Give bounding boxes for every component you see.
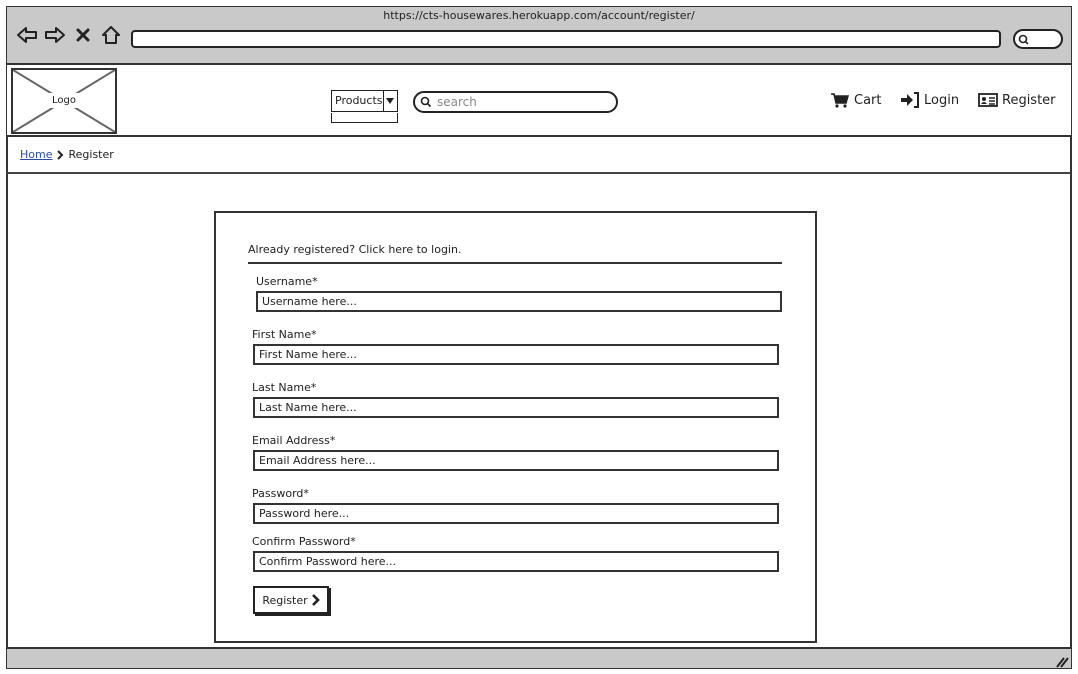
first-name-field[interactable]: First Name here... (253, 344, 779, 365)
email-label: Email Address* (252, 434, 336, 447)
password-label: Password* (252, 487, 309, 500)
resize-grip-icon[interactable] (1055, 653, 1069, 668)
products-dropdown[interactable]: Products (331, 90, 398, 112)
chevron-right-icon (311, 594, 320, 606)
browser-status-bar (7, 647, 1071, 668)
back-arrow-icon[interactable] (16, 24, 38, 46)
divider (248, 262, 782, 264)
last-name-field[interactable]: Last Name here... (253, 397, 779, 418)
logo-label: Logo (49, 93, 79, 108)
browser-nav-controls (16, 22, 122, 48)
cart-link[interactable]: Cart (830, 92, 882, 108)
last-name-label: Last Name* (252, 381, 317, 394)
search-icon (1018, 34, 1029, 45)
search-placeholder: search (437, 95, 477, 109)
browser-search-button[interactable] (1013, 29, 1063, 49)
sign-in-icon (901, 92, 919, 108)
cart-icon (831, 93, 849, 108)
password-field[interactable]: Password here... (253, 503, 779, 524)
search-input[interactable]: search (413, 91, 618, 113)
email-field[interactable]: Email Address here... (253, 450, 779, 471)
username-field[interactable]: Username here... (256, 291, 782, 312)
register-button[interactable]: Register (253, 586, 329, 614)
first-name-label: First Name* (252, 328, 317, 341)
breadcrumb-home-link[interactable]: Home (20, 148, 52, 161)
id-card-icon (978, 93, 998, 107)
products-dropdown-menu (331, 113, 398, 123)
products-dropdown-label: Products (335, 94, 383, 107)
login-prompt-link[interactable]: Already registered? Click here to login. (248, 243, 461, 256)
close-icon[interactable] (72, 24, 94, 46)
browser-url: https://cts-housewares.herokuapp.com/acc… (383, 9, 695, 22)
divider (7, 172, 1071, 174)
chevron-right-icon (57, 149, 64, 160)
breadcrumb: Home Register (20, 148, 114, 161)
register-link[interactable]: Register (978, 92, 1056, 108)
address-bar[interactable] (131, 30, 1001, 48)
chevron-down-icon (382, 91, 398, 111)
username-label: Username* (256, 275, 318, 288)
register-label: Register (1002, 92, 1056, 108)
login-label: Login (924, 92, 960, 108)
cart-label: Cart (854, 92, 882, 108)
home-icon[interactable] (100, 24, 122, 46)
login-link[interactable]: Login (900, 92, 959, 108)
search-icon (420, 96, 432, 108)
register-button-label: Register (262, 593, 308, 607)
forward-arrow-icon[interactable] (44, 24, 66, 46)
confirm-password-field[interactable]: Confirm Password here... (253, 551, 779, 572)
confirm-password-label: Confirm Password* (252, 535, 356, 548)
breadcrumb-current: Register (68, 148, 114, 161)
